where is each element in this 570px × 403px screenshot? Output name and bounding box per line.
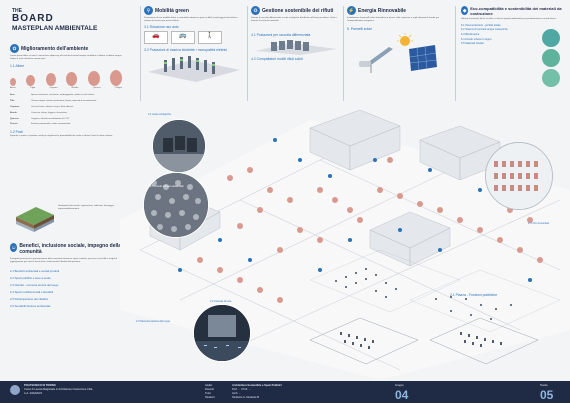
- text-block: Superfici a prato e coperture verdi per …: [10, 135, 113, 138]
- section-rifiuti-title: Gestione sostenibile dei rifiuti: [262, 7, 334, 14]
- tree-label: Quercia: [92, 86, 101, 89]
- benefit-item: 2.6 Sensibilizzazione ambientale: [10, 303, 51, 308]
- detail-circle-memoria: [193, 304, 251, 362]
- energy-sub1: 5. Pannelli solari: [347, 26, 372, 31]
- university-logo: [10, 385, 20, 395]
- footer-studenti-label: Studenti: [205, 396, 215, 399]
- mobility-sub1: 3.1 Riduzione uso auto: [144, 24, 179, 29]
- car-icon: 🚗: [144, 30, 168, 44]
- section-energia: ⚡ Energia Rinnovabile Installazione di p…: [347, 6, 452, 75]
- leaf-icon: ✿: [10, 44, 19, 53]
- section-energia-title: Energia Rinnovabile: [358, 7, 407, 14]
- tree-label: Carpino: [49, 86, 58, 89]
- section-ambiente: ✿ Miglioramento dell'ambiente Lorem ipsu…: [10, 44, 122, 138]
- bike-icon: ⚲: [144, 6, 153, 15]
- waste-sub2: 4.2 Compattatori mobili rifiuti solidi: [251, 56, 303, 61]
- section-benefici: ☺ Benefici, inclusione sociale, impegno …: [10, 243, 122, 310]
- divider: [455, 6, 456, 101]
- recycle-icon: ♻: [251, 6, 260, 15]
- bolt-icon: ⚡: [347, 6, 356, 15]
- footer-docenti-label: Docenti: [205, 388, 214, 391]
- cube-icon: ◆: [461, 6, 469, 15]
- header-title: THE BOARD MASTEPLAN AMBIENTALE: [12, 8, 97, 32]
- footer: POLITECNICO DI TORINO Corso di Laurea Ma…: [0, 381, 570, 403]
- tree-label: Tiglio: [30, 86, 36, 89]
- plan-label: 2.1 Piazza - Funzioni pubbliche: [450, 293, 498, 297]
- charging-station-illustration: [144, 54, 244, 82]
- text-block: Utilizzo di materiali locali, riciclati …: [461, 18, 557, 20]
- footer-school: POLITECNICO DI TORINO: [24, 384, 56, 387]
- mobility-sub2: 3.2 Postazioni di ricarica biciclette / …: [144, 47, 227, 52]
- section-materiali-title: Eco-compatibilità e sostenibilità dei ma…: [470, 6, 562, 16]
- benefit-item: 2.2 Spazi pubblici e aree a verde: [10, 275, 51, 280]
- text-block: Il progetto promuove la partecipazione d…: [10, 258, 118, 263]
- section-benefici-title: Benefici, inclusione sociale, impegno de…: [19, 243, 122, 255]
- section-mobilita-title: Mobilità green: [155, 7, 189, 14]
- solar-panel-illustration: [347, 32, 452, 75]
- footer-tutor-label: Tutor: [205, 392, 211, 395]
- eco-trees: [538, 28, 564, 98]
- section-mobilita: ⚲ Mobilità green Promozione di una mobil…: [144, 6, 244, 82]
- benefit-item: 2.1 Benefici ambientali e sociali prodot…: [10, 268, 60, 273]
- people-icon: ☺: [10, 243, 18, 252]
- tree-icon: [26, 74, 36, 86]
- detail-circle-pavimentazione: [143, 172, 209, 238]
- prati-label: 1.2 Prati: [10, 130, 23, 135]
- plan-label: 4.1 Isole ecologiche: [148, 113, 171, 116]
- page-subtitle: MASTEPLAN AMBIENTALE: [12, 25, 98, 32]
- tree-icon: [87, 70, 100, 86]
- footer-gruppo: 04: [395, 388, 409, 402]
- footer-tavola: 05: [540, 388, 554, 402]
- text-block: Sistemi di raccolta differenziata e isol…: [251, 17, 337, 22]
- divider: [247, 6, 248, 101]
- plan-label: 2.3 Orti comunitari: [528, 222, 550, 225]
- footer-tavola-label: Tavola: [540, 384, 548, 387]
- species-table: Acer Specie autoctona, resistente, ombre…: [10, 94, 97, 126]
- tree-label: Betulla: [71, 86, 79, 89]
- footer-year: A.A. 2022/2023: [24, 392, 42, 395]
- bins-illustration: [251, 39, 341, 55]
- tree-labels: Acero Tiglio Carpino Betulla Quercia Cil…: [10, 87, 122, 90]
- footer-atelier-label: Atelier: [205, 384, 213, 387]
- section-rifiuti: ♻ Gestione sostenibile dei rifiuti Siste…: [251, 6, 341, 61]
- benefit-item: 2.5 Partecipazione dei cittadini: [10, 296, 48, 301]
- section-ambiente-title: Miglioramento dell'ambiente: [21, 45, 89, 52]
- plaza-insets: [300, 300, 545, 378]
- benefit-item: 2.4 Spazi multifunzionali e flessibili: [10, 289, 54, 294]
- detail-circle-orti: [485, 142, 553, 210]
- footer-atelier: Architettura Sostenibile e Spazi Pubblic…: [232, 384, 282, 387]
- divider: [343, 6, 344, 101]
- footer-course: Corso di Laurea Magistrale in Architettu…: [24, 388, 93, 391]
- green-roof-caption: Stratigrafia tetto verde: vegetazione, s…: [58, 205, 115, 210]
- detail-circle-isole: [152, 119, 206, 173]
- plan-label: 2.3 Memoria storica del luogo: [136, 320, 171, 323]
- waste-sub1: 4.1 Postazioni per raccolta differenziat…: [251, 32, 311, 37]
- green-roof-diagram: [14, 203, 56, 235]
- footer-docenti: Prof. ... / Prof. ...: [232, 388, 251, 391]
- tree-icon: [109, 69, 122, 86]
- text-block: Promozione di una mobilità dolce e soste…: [144, 17, 238, 22]
- plan-label: 6.5 Arredo urbano sostenibile: [150, 185, 184, 188]
- tree-row: [10, 69, 122, 86]
- benefit-item: 2.3 Identità - memoria storica del luogo: [10, 282, 59, 287]
- bus-icon: 🚌: [171, 30, 195, 44]
- footer-gruppo-label: Gruppo: [395, 384, 404, 387]
- mobility-icons-row: 🚗 🚌 🚶: [144, 30, 244, 44]
- tree-label: Acero: [10, 86, 16, 89]
- tree-icon: [66, 71, 78, 86]
- alberi-label: 1.1 Alberi: [10, 63, 25, 68]
- footer-tutor: Arch. ...: [232, 392, 241, 395]
- footer-studenti: Studente A, Studente B: [232, 396, 259, 399]
- tree-label: Ciliegio: [114, 86, 122, 89]
- plan-label: 2.2 Foresta di luce: [210, 300, 232, 303]
- text-block: Installazione di pannelli solari fotovol…: [347, 17, 440, 22]
- walk-icon: 🚶: [198, 30, 222, 44]
- title-line2: BOARD: [12, 13, 54, 24]
- divider: [140, 6, 141, 101]
- text-block: Lorem ipsum dolor sit amet, consectetur …: [10, 55, 122, 60]
- tree-icon: [45, 72, 56, 86]
- tree-icon: [10, 77, 16, 86]
